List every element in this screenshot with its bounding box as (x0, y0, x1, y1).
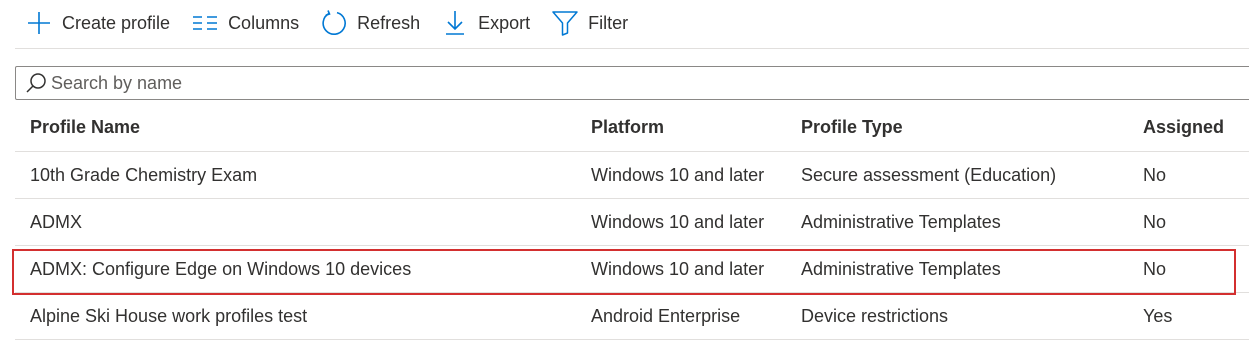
platform-cell: Android Enterprise (591, 305, 741, 326)
columns-button[interactable]: Columns (184, 5, 307, 41)
profile-type-cell: Secure assessment (Education) (801, 164, 1057, 185)
download-icon (442, 10, 468, 36)
columns-icon (192, 10, 218, 36)
profile-name-cell[interactable]: ADMX (30, 199, 585, 245)
column-header-platform[interactable]: Platform (591, 104, 796, 151)
profile-name-cell[interactable]: Alpine Ski House work profiles test (30, 293, 585, 339)
assigned-cell: No (1143, 211, 1167, 232)
toolbar-divider (15, 48, 1249, 49)
search-input[interactable] (51, 68, 1249, 98)
profile-name-cell[interactable]: 10th Grade Chemistry Exam (30, 152, 585, 198)
filter-icon (552, 10, 578, 36)
assigned-cell: No (1143, 164, 1167, 185)
search-box[interactable] (15, 66, 1249, 100)
refresh-label: Refresh (357, 12, 421, 33)
column-header-profile-name[interactable]: Profile Name (30, 104, 585, 151)
table-row[interactable]: ADMX Windows 10 and later Administrative… (15, 199, 1249, 246)
export-button[interactable]: Export (434, 5, 538, 41)
refresh-icon (321, 10, 347, 36)
table-row[interactable]: Alpine Ski House work profiles test Andr… (15, 293, 1249, 340)
table-header-row: Profile Name Platform Profile Type Assig… (15, 104, 1249, 152)
refresh-button[interactable]: Refresh (313, 5, 428, 41)
column-header-assigned[interactable]: Assigned (1143, 104, 1243, 151)
platform-cell: Windows 10 and later (591, 258, 765, 279)
profile-type-cell: Device restrictions (801, 305, 949, 326)
platform-cell: Windows 10 and later (591, 211, 765, 232)
assigned-cell: Yes (1143, 305, 1173, 326)
profile-type-cell: Administrative Templates (801, 258, 1001, 279)
platform-cell: Windows 10 and later (591, 164, 765, 185)
profiles-table: Profile Name Platform Profile Type Assig… (15, 104, 1249, 340)
export-label: Export (478, 12, 531, 33)
command-bar: Create profile Columns Refresh Export Fi… (18, 0, 642, 46)
table-row[interactable]: ADMX: Configure Edge on Windows 10 devic… (15, 246, 1249, 293)
plus-icon (26, 10, 52, 36)
table-row[interactable]: 10th Grade Chemistry Exam Windows 10 and… (15, 152, 1249, 199)
create-profile-button[interactable]: Create profile (18, 5, 178, 41)
create-profile-label: Create profile (62, 12, 171, 33)
profiles-page: Create profile Columns Refresh Export Fi… (0, 0, 1249, 349)
filter-label: Filter (588, 12, 629, 33)
profile-name-cell[interactable]: ADMX: Configure Edge on Windows 10 devic… (30, 246, 585, 292)
columns-label: Columns (228, 12, 300, 33)
search-icon (25, 72, 47, 94)
filter-button[interactable]: Filter (544, 5, 636, 41)
assigned-cell: No (1143, 258, 1167, 279)
profile-type-cell: Administrative Templates (801, 211, 1001, 232)
column-header-profile-type[interactable]: Profile Type (801, 104, 1136, 151)
